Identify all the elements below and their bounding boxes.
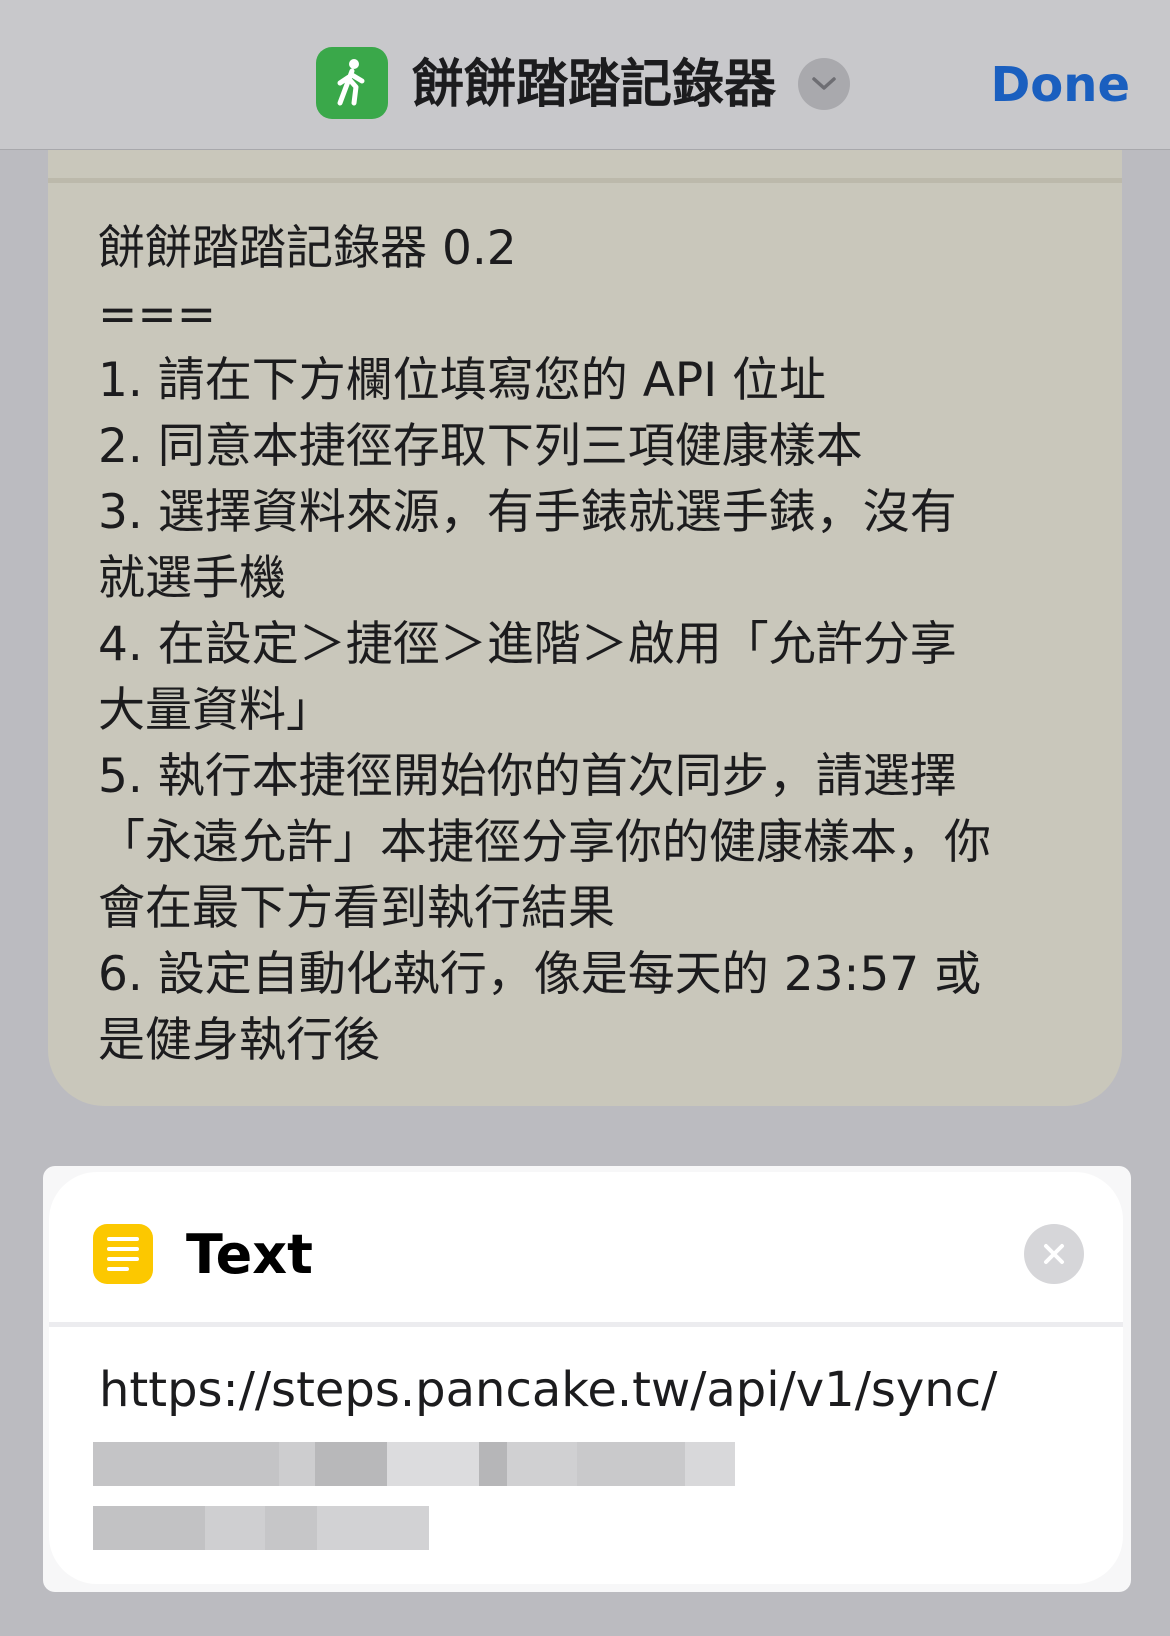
comment-line: 3. 選擇資料來源，有手錶就選手錶，沒有 <box>98 485 957 540</box>
comment-line: 就選手機 <box>98 551 286 606</box>
divider <box>48 178 1122 183</box>
comment-line: 1. 請在下方欄位填寫您的 API 位址 <box>98 353 827 408</box>
comment-line: 是健身執行後 <box>98 1013 380 1068</box>
comment-action-card[interactable]: 餅餅踏踏記錄器 0.2 === 1. 請在下方欄位填寫您的 API 位址 2. … <box>48 150 1122 1106</box>
chevron-down-icon <box>812 77 836 90</box>
comment-line: 「永遠允許」本捷徑分享你的健康樣本，你 <box>98 815 991 870</box>
text-value-field[interactable]: https://steps.pancake.tw/api/v1/sync/ <box>99 1358 997 1422</box>
title-menu-button[interactable] <box>798 58 850 110</box>
text-lines-icon <box>93 1224 153 1284</box>
divider <box>49 1322 1123 1327</box>
comment-line: 大量資料」 <box>98 683 333 738</box>
comment-line: 2. 同意本捷徑存取下列三項健康樣本 <box>98 419 863 474</box>
action-header: Text <box>49 1172 1123 1322</box>
comment-line: 5. 執行本捷徑開始你的首次同步，請選擇 <box>98 749 957 804</box>
comment-line: === <box>98 287 217 342</box>
action-title: Text <box>186 1223 313 1286</box>
redacted-text <box>93 1506 429 1550</box>
comment-line: 6. 設定自動化執行，像是每天的 23:57 或 <box>98 947 982 1002</box>
text-action-body: Text https://steps.pancake.tw/api/v1/syn… <box>49 1172 1123 1584</box>
close-icon <box>1044 1244 1064 1264</box>
comment-line: 餅餅踏踏記錄器 0.2 <box>98 221 517 276</box>
remove-action-button[interactable] <box>1024 1224 1084 1284</box>
navigation-bar: 餅餅踏踏記錄器 Done <box>0 0 1170 150</box>
done-button[interactable]: Done <box>990 50 1130 120</box>
redacted-text <box>93 1442 735 1486</box>
walking-figure-icon[interactable] <box>316 47 388 119</box>
comment-line: 4. 在設定＞捷徑＞進階＞啟用「允許分享 <box>98 617 957 672</box>
text-action-card[interactable]: Text https://steps.pancake.tw/api/v1/syn… <box>43 1166 1131 1592</box>
shortcut-title[interactable]: 餅餅踏踏記錄器 <box>412 50 776 120</box>
comment-text[interactable]: 餅餅踏踏記錄器 0.2 === 1. 請在下方欄位填寫您的 API 位址 2. … <box>98 216 1088 1074</box>
comment-line: 會在最下方看到執行結果 <box>98 881 615 936</box>
